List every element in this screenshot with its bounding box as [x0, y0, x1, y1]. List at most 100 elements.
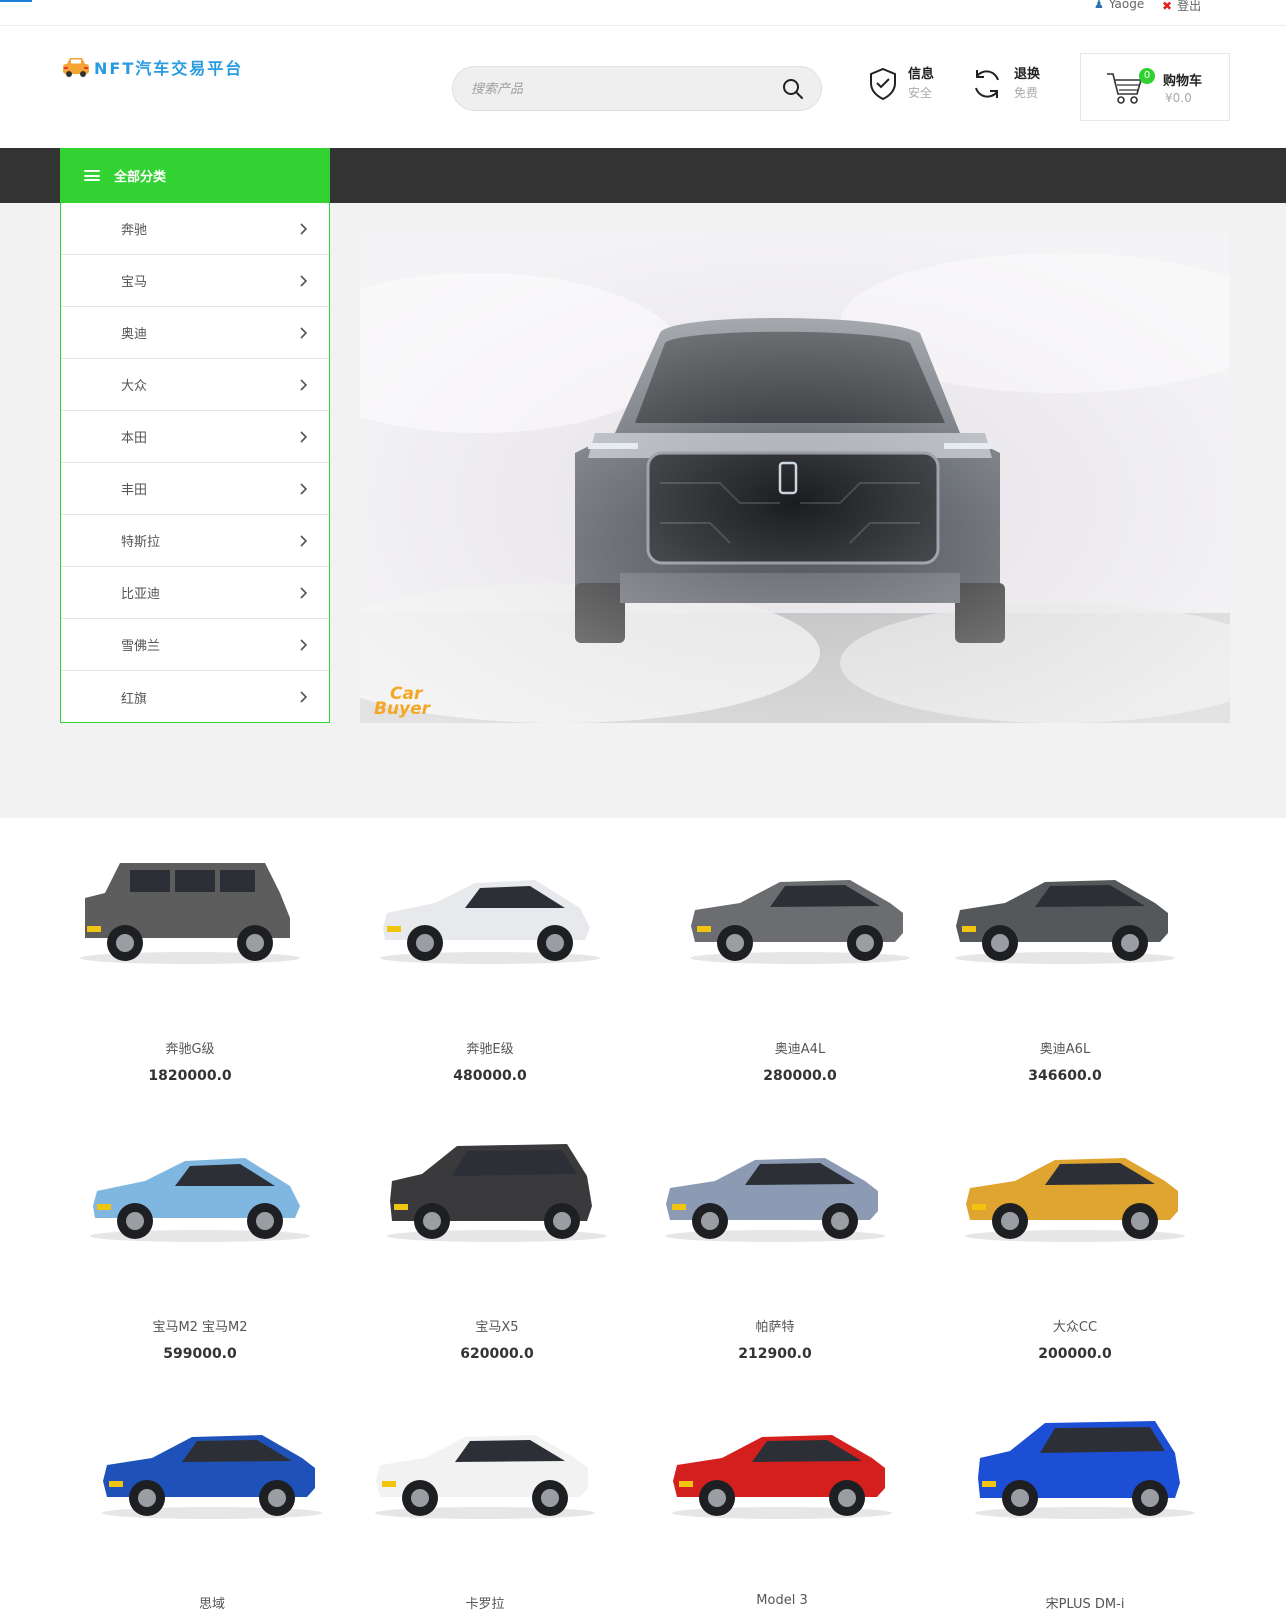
chevron-right-icon — [300, 222, 308, 235]
category-item[interactable]: 大众 — [61, 359, 329, 411]
category-item[interactable]: 奔驰 — [61, 203, 329, 255]
category-list: 奔驰宝马奥迪大众本田丰田特斯拉比亚迪雪佛兰红旗 — [60, 203, 330, 723]
product-card[interactable]: 大众CC 200000.0 — [960, 1116, 1190, 1366]
feature-security-sub: 安全 — [908, 86, 933, 100]
product-price: 599000.0 — [163, 1346, 237, 1362]
feature-return-sub: 免费 — [1014, 86, 1039, 100]
product-price: 200000.0 — [1038, 1346, 1112, 1362]
product-image[interactable] — [685, 858, 915, 968]
product-image[interactable] — [382, 1136, 612, 1246]
product-card[interactable]: 宋PLUS DM-i150000.0 — [970, 1393, 1200, 1614]
car-logo-icon — [63, 58, 89, 77]
product-card[interactable]: 奥迪A4L 280000.0 — [685, 838, 915, 1088]
product-price: 212900.0 — [738, 1346, 812, 1362]
product-name[interactable]: 奔驰G级 — [70, 1038, 310, 1057]
username: Yaoge — [1108, 0, 1145, 11]
product-name[interactable]: Model 3 — [662, 1593, 902, 1608]
nav-bar: 全部分类 — [0, 148, 1286, 203]
category-label: 比亚迪 — [121, 587, 161, 602]
product-card[interactable]: 卡罗拉125000.0 — [370, 1393, 600, 1614]
category-item[interactable]: 宝马 — [61, 255, 329, 307]
product-image[interactable] — [960, 1136, 1190, 1246]
product-name[interactable]: 宋PLUS DM-i — [965, 1593, 1205, 1612]
all-categories-button[interactable]: 全部分类 — [60, 148, 330, 203]
carbuyer-logo: Car Buyer — [374, 684, 431, 719]
product-image[interactable] — [85, 1136, 315, 1246]
chevron-right-icon — [300, 586, 308, 599]
chevron-right-icon — [300, 430, 308, 443]
chevron-right-icon — [300, 482, 308, 495]
product-name[interactable]: 宝马X5 — [377, 1316, 617, 1335]
product-image[interactable] — [667, 1413, 897, 1523]
product-card[interactable]: 宝马M2 宝马M2 599000.0 — [85, 1116, 315, 1366]
category-item[interactable]: 比亚迪 — [61, 567, 329, 619]
cart-button[interactable]: 0 购物车 ¥0.0 — [1080, 53, 1230, 121]
site-logo[interactable]: NFT汽车交易平台 — [60, 55, 243, 79]
category-label: 红旗 — [121, 691, 148, 707]
category-label: 特斯拉 — [121, 535, 161, 550]
search-input[interactable] — [471, 77, 771, 101]
category-label: 奥迪 — [121, 327, 148, 342]
product-card[interactable]: 思域133000.0 — [97, 1393, 327, 1614]
product-card[interactable]: 奔驰E级 480000.0 — [375, 838, 605, 1088]
search-bar — [452, 66, 822, 111]
close-icon: ✖ — [1162, 0, 1173, 13]
search-icon[interactable] — [781, 77, 805, 101]
header: NFT汽车交易平台 信息 安全 退换 免费 — [0, 26, 1286, 148]
category-label: 奔驰 — [121, 223, 148, 238]
category-item[interactable]: 特斯拉 — [61, 515, 329, 567]
product-name[interactable]: 奥迪A6L — [945, 1038, 1185, 1057]
top-bar: ♟ Yaoge ✖ 登出 — [0, 0, 1286, 26]
product-name[interactable]: 奥迪A4L — [680, 1038, 920, 1057]
hero-banner[interactable]: Car Buyer — [360, 233, 1230, 723]
product-card[interactable]: 奔驰G级 1820000.0 — [75, 838, 305, 1088]
product-image[interactable] — [970, 1413, 1200, 1523]
shield-icon — [870, 67, 896, 101]
user-link[interactable]: ♟ Yaoge — [1094, 0, 1144, 11]
product-name[interactable]: 卡罗拉 — [365, 1593, 605, 1612]
product-image[interactable] — [375, 858, 605, 968]
product-name[interactable]: 帕萨特 — [655, 1316, 895, 1335]
cart-title: 购物车 — [1163, 74, 1203, 89]
category-item[interactable]: 本田 — [61, 411, 329, 463]
feature-security-title: 信息 — [908, 67, 935, 82]
category-item[interactable]: 雪佛兰 — [61, 619, 329, 671]
product-price: 1820000.0 — [148, 1068, 232, 1084]
product-name[interactable]: 宝马M2 宝马M2 — [80, 1316, 320, 1335]
category-item[interactable]: 红旗 — [61, 671, 329, 723]
product-image[interactable] — [950, 858, 1180, 968]
logout-link[interactable]: ✖ 登出 — [1162, 0, 1201, 14]
product-price: 480000.0 — [453, 1068, 527, 1084]
feature-return: 退换 免费 — [970, 66, 1040, 102]
product-image[interactable] — [97, 1413, 327, 1523]
feature-security: 信息 安全 — [868, 66, 934, 102]
refresh-icon — [975, 70, 999, 98]
top-accent-line — [0, 0, 32, 2]
category-label: 宝马 — [121, 275, 148, 290]
category-label: 大众 — [121, 379, 148, 394]
chevron-right-icon — [300, 534, 308, 547]
cart-count-badge: 0 — [1139, 68, 1155, 84]
product-card[interactable]: 帕萨特 212900.0 — [660, 1116, 890, 1366]
category-item[interactable]: 奥迪 — [61, 307, 329, 359]
product-name[interactable]: 大众CC — [955, 1316, 1195, 1335]
product-card[interactable]: Model 3230000.0 — [667, 1393, 897, 1614]
feature-return-title: 退换 — [1014, 67, 1041, 82]
product-name[interactable]: 思域 — [92, 1593, 332, 1612]
suv-hero-image — [360, 233, 1230, 723]
product-image[interactable] — [75, 858, 305, 968]
product-card[interactable]: 宝马X5 620000.0 — [382, 1116, 612, 1366]
hero-section: 奔驰 宝马 奥迪 大众 本田 丰田 特斯拉 比亚迪 雪佛兰 红旗 Car Buy… — [0, 203, 1286, 818]
product-name[interactable]: 奔驰E级 — [370, 1038, 610, 1057]
chevron-right-icon — [300, 274, 308, 287]
product-card[interactable]: 奥迪A6L 346600.0 — [950, 838, 1180, 1088]
category-item[interactable]: 丰田 — [61, 463, 329, 515]
product-grid: 奔驰G级 1820000.0 奔驰E级 480000.0 奥迪A4L 280000.0… — [0, 818, 1286, 1614]
chevron-right-icon — [300, 378, 308, 391]
product-price: 280000.0 — [763, 1068, 837, 1084]
category-label: 本田 — [121, 431, 148, 446]
product-image[interactable] — [370, 1413, 600, 1523]
all-categories-label: 全部分类 — [114, 170, 167, 185]
category-label: 雪佛兰 — [121, 639, 161, 654]
product-image[interactable] — [660, 1136, 890, 1246]
